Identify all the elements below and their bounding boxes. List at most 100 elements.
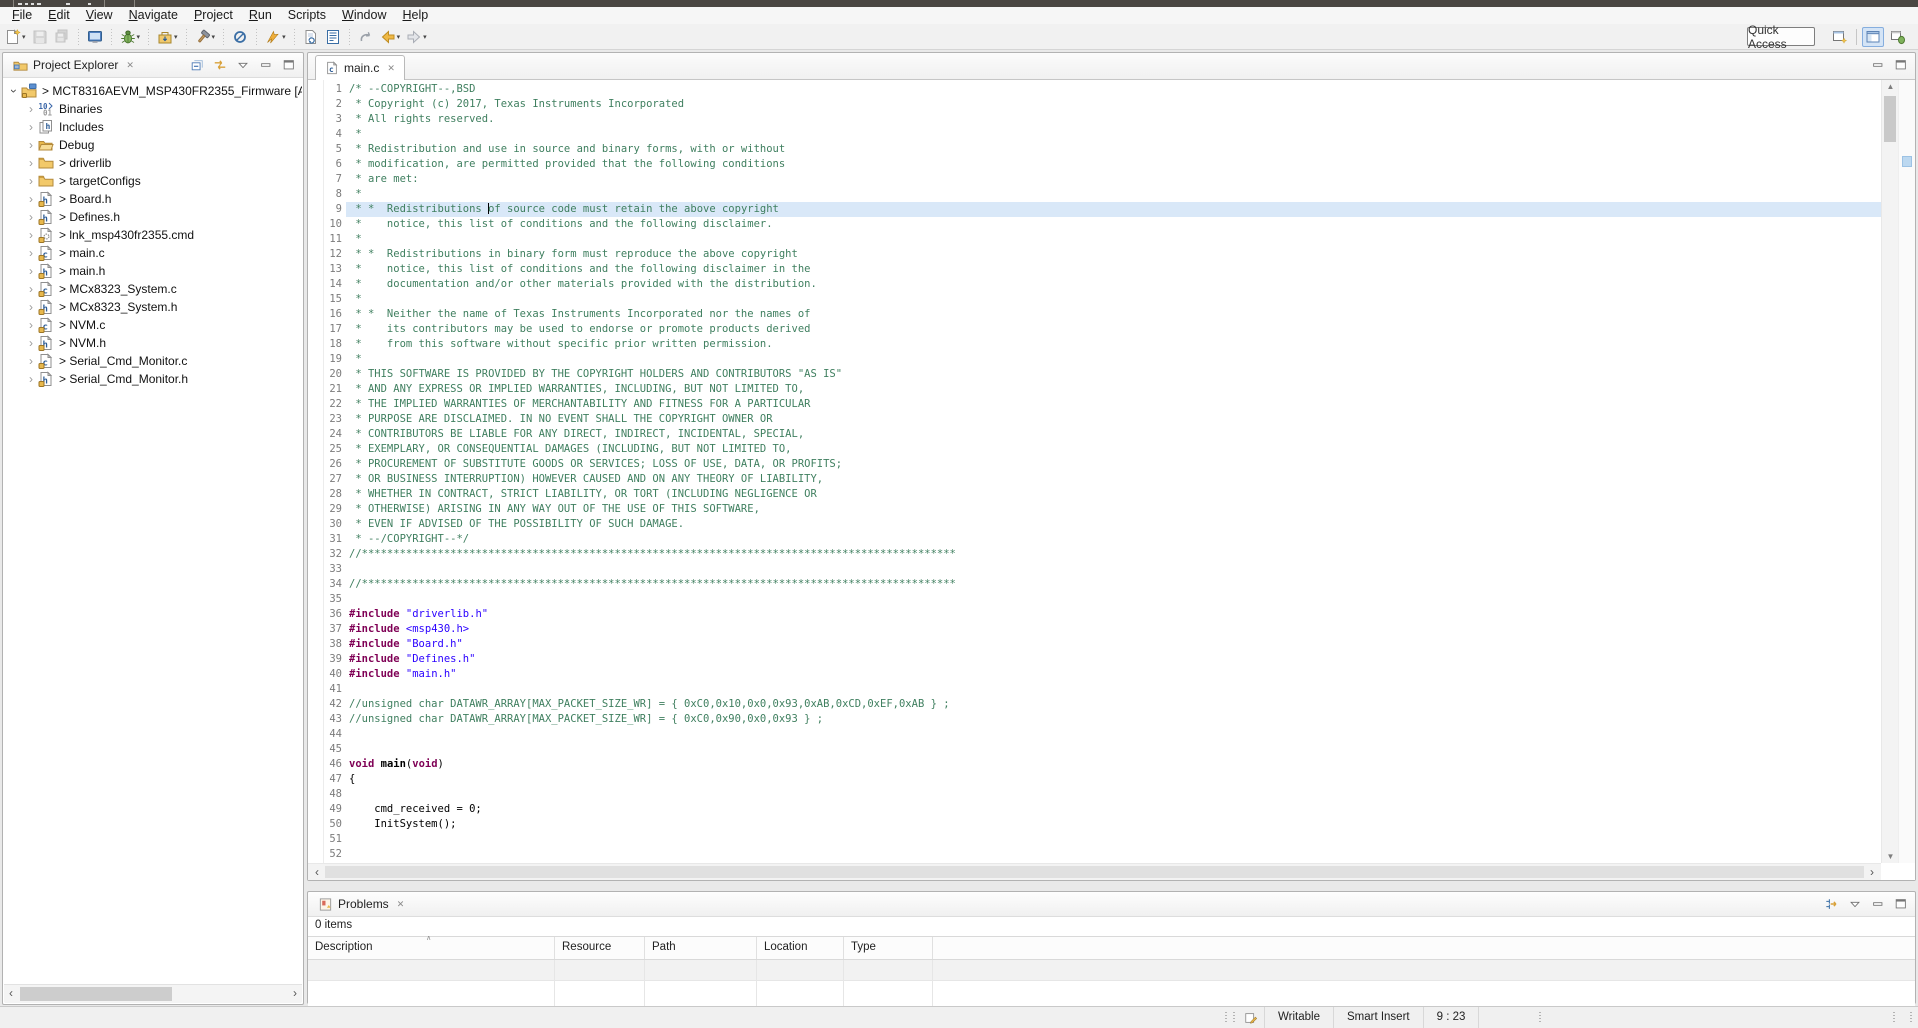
- code-line[interactable]: 26 * PROCUREMENT OF SUBSTITUTE GOODS OR …: [308, 457, 1881, 472]
- code-line[interactable]: 15 *: [308, 292, 1881, 307]
- code-line[interactable]: 21 * AND ANY EXPRESS OR IMPLIED WARRANTI…: [308, 382, 1881, 397]
- code-line[interactable]: 36#include "driverlib.h": [308, 607, 1881, 622]
- current-line-annotation[interactable]: [1902, 156, 1912, 167]
- code-line[interactable]: 23 * PURPOSE ARE DISCLAIMED. IN NO EVENT…: [308, 412, 1881, 427]
- overview-ruler[interactable]: [1898, 80, 1915, 863]
- link-with-editor-button[interactable]: [212, 57, 228, 73]
- code-line[interactable]: 7 * are met:: [308, 172, 1881, 187]
- chevron-collapsed-icon[interactable]: ›: [24, 136, 38, 154]
- chevron-collapsed-icon[interactable]: ›: [24, 316, 38, 334]
- tree-item[interactable]: ›> lnk_msp430fr2355.cmd: [3, 226, 302, 244]
- code-line[interactable]: 14 * documentation and/or other material…: [308, 277, 1881, 292]
- focus-on-active-task-button[interactable]: [1824, 896, 1840, 912]
- menu-window[interactable]: Window: [334, 7, 394, 24]
- trim-grip[interactable]: [1910, 1012, 1912, 1024]
- chevron-collapsed-icon[interactable]: ›: [24, 100, 38, 118]
- code-line[interactable]: 32//************************************…: [308, 547, 1881, 562]
- dropdown-arrow-icon[interactable]: ▾: [174, 33, 178, 41]
- dropdown-arrow-icon[interactable]: ▾: [397, 33, 401, 41]
- tree-item[interactable]: ›h> Serial_Cmd_Monitor.h: [3, 370, 302, 388]
- chevron-collapsed-icon[interactable]: ›: [24, 208, 38, 226]
- code-line[interactable]: 40#include "main.h": [308, 667, 1881, 682]
- code-line[interactable]: 29 * OTHERWISE) ARISING IN ANY WAY OUT O…: [308, 502, 1881, 517]
- code-line[interactable]: 2 * Copyright (c) 2017, Texas Instrument…: [308, 97, 1881, 112]
- close-icon[interactable]: ✕: [397, 899, 405, 910]
- trim-grip[interactable]: [1233, 1012, 1235, 1024]
- scroll-right-icon[interactable]: ›: [1865, 864, 1879, 882]
- code-line[interactable]: 37#include <msp430.h>: [308, 622, 1881, 637]
- dropdown-arrow-icon[interactable]: ▾: [137, 33, 141, 41]
- back-button[interactable]: ▾: [377, 26, 404, 48]
- tree-item[interactable]: ›h> NVM.h: [3, 334, 302, 352]
- chevron-collapsed-icon[interactable]: ›: [24, 190, 38, 208]
- horizontal-splitter[interactable]: [307, 881, 1916, 891]
- project-explorer-hscrollbar[interactable]: ‹ ›: [4, 984, 302, 1003]
- last-edit-location-button[interactable]: [355, 26, 377, 48]
- code-line[interactable]: 28 * WHETHER IN CONTRACT, STRICT LIABILI…: [308, 487, 1881, 502]
- close-icon[interactable]: ✕: [126, 60, 134, 71]
- code-line[interactable]: 34//************************************…: [308, 577, 1881, 592]
- chevron-collapsed-icon[interactable]: ›: [24, 334, 38, 352]
- code-line[interactable]: 45: [308, 742, 1881, 757]
- scrollbar-thumb[interactable]: [20, 987, 172, 1001]
- column-header-location[interactable]: Location: [757, 937, 844, 959]
- scroll-down-icon[interactable]: ▼: [1882, 852, 1899, 861]
- menu-help[interactable]: Help: [394, 7, 436, 24]
- code-line[interactable]: 33: [308, 562, 1881, 577]
- code-line[interactable]: 39#include "Defines.h": [308, 652, 1881, 667]
- tree-item[interactable]: ›c> MCx8323_System.c: [3, 280, 302, 298]
- column-header-description[interactable]: Description∧: [308, 937, 555, 959]
- menu-file[interactable]: File: [4, 7, 40, 24]
- code-line[interactable]: 12 * * Redistributions in binary form mu…: [308, 247, 1881, 262]
- code-line[interactable]: 48: [308, 787, 1881, 802]
- tree-item[interactable]: ›> targetConfigs: [3, 172, 302, 190]
- code-area[interactable]: 1/* --COPYRIGHT--,BSD2 * Copyright (c) 2…: [308, 80, 1881, 863]
- code-line[interactable]: 47{: [308, 772, 1881, 787]
- code-line[interactable]: 41: [308, 682, 1881, 697]
- tree-item[interactable]: ›h> MCx8323_System.h: [3, 298, 302, 316]
- dropdown-arrow-icon[interactable]: ▾: [212, 33, 216, 41]
- tree-item[interactable]: ›1001Binaries: [3, 100, 302, 118]
- scroll-left-icon[interactable]: ‹: [4, 985, 18, 1003]
- dropdown-arrow-icon[interactable]: ▾: [282, 33, 286, 41]
- chevron-collapsed-icon[interactable]: ›: [24, 352, 38, 370]
- close-icon[interactable]: ✕: [387, 63, 395, 74]
- open-resource-button[interactable]: [322, 26, 344, 48]
- minimize-icon[interactable]: [258, 57, 274, 73]
- terminate-button[interactable]: [229, 26, 251, 48]
- code-line[interactable]: 9 * * Redistributions of source code mus…: [308, 202, 1881, 217]
- menu-view[interactable]: View: [78, 7, 121, 24]
- menu-edit[interactable]: Edit: [40, 7, 78, 24]
- column-header-path[interactable]: Path: [645, 937, 757, 959]
- tree-item[interactable]: ›c> main.c: [3, 244, 302, 262]
- tab-problems[interactable]: Problems ✕: [310, 892, 412, 916]
- tree-item[interactable]: ›h> main.h: [3, 262, 302, 280]
- code-line[interactable]: 6 * modification, are permitted provided…: [308, 157, 1881, 172]
- dropdown-arrow-icon[interactable]: ▾: [22, 33, 26, 41]
- code-line[interactable]: 51: [308, 832, 1881, 847]
- menu-scripts[interactable]: Scripts: [280, 7, 334, 24]
- code-line[interactable]: 46void main(void): [308, 757, 1881, 772]
- flash-button[interactable]: ▾: [262, 26, 289, 48]
- code-line[interactable]: 8 *: [308, 187, 1881, 202]
- column-header-resource[interactable]: Resource: [555, 937, 645, 959]
- code-line[interactable]: 30 * EVEN IF ADVISED OF THE POSSIBILITY …: [308, 517, 1881, 532]
- scroll-left-icon[interactable]: ‹: [310, 864, 324, 882]
- chevron-collapsed-icon[interactable]: ›: [24, 118, 38, 136]
- chevron-collapsed-icon[interactable]: ›: [24, 226, 38, 244]
- code-line[interactable]: 50 InitSystem();: [308, 817, 1881, 832]
- code-line[interactable]: 22 * THE IMPLIED WARRANTIES OF MERCHANTA…: [308, 397, 1881, 412]
- code-line[interactable]: 3 * All rights reserved.: [308, 112, 1881, 127]
- chevron-collapsed-icon[interactable]: ›: [24, 172, 38, 190]
- editor-vscrollbar[interactable]: ▲ ▼: [1881, 80, 1898, 863]
- tab-main-c[interactable]: c main.c ✕: [315, 55, 405, 80]
- ccs-debug-perspective-button[interactable]: [1887, 27, 1909, 47]
- view-menu-icon[interactable]: [235, 57, 251, 73]
- trim-grip[interactable]: [1539, 1012, 1541, 1024]
- debug-button[interactable]: ▾: [117, 26, 144, 48]
- scroll-up-icon[interactable]: ▲: [1882, 82, 1899, 91]
- code-line[interactable]: 44: [308, 727, 1881, 742]
- ccs-edit-perspective-button[interactable]: [1862, 27, 1884, 47]
- scroll-right-icon[interactable]: ›: [288, 985, 302, 1003]
- trim-grip[interactable]: [1893, 1012, 1895, 1024]
